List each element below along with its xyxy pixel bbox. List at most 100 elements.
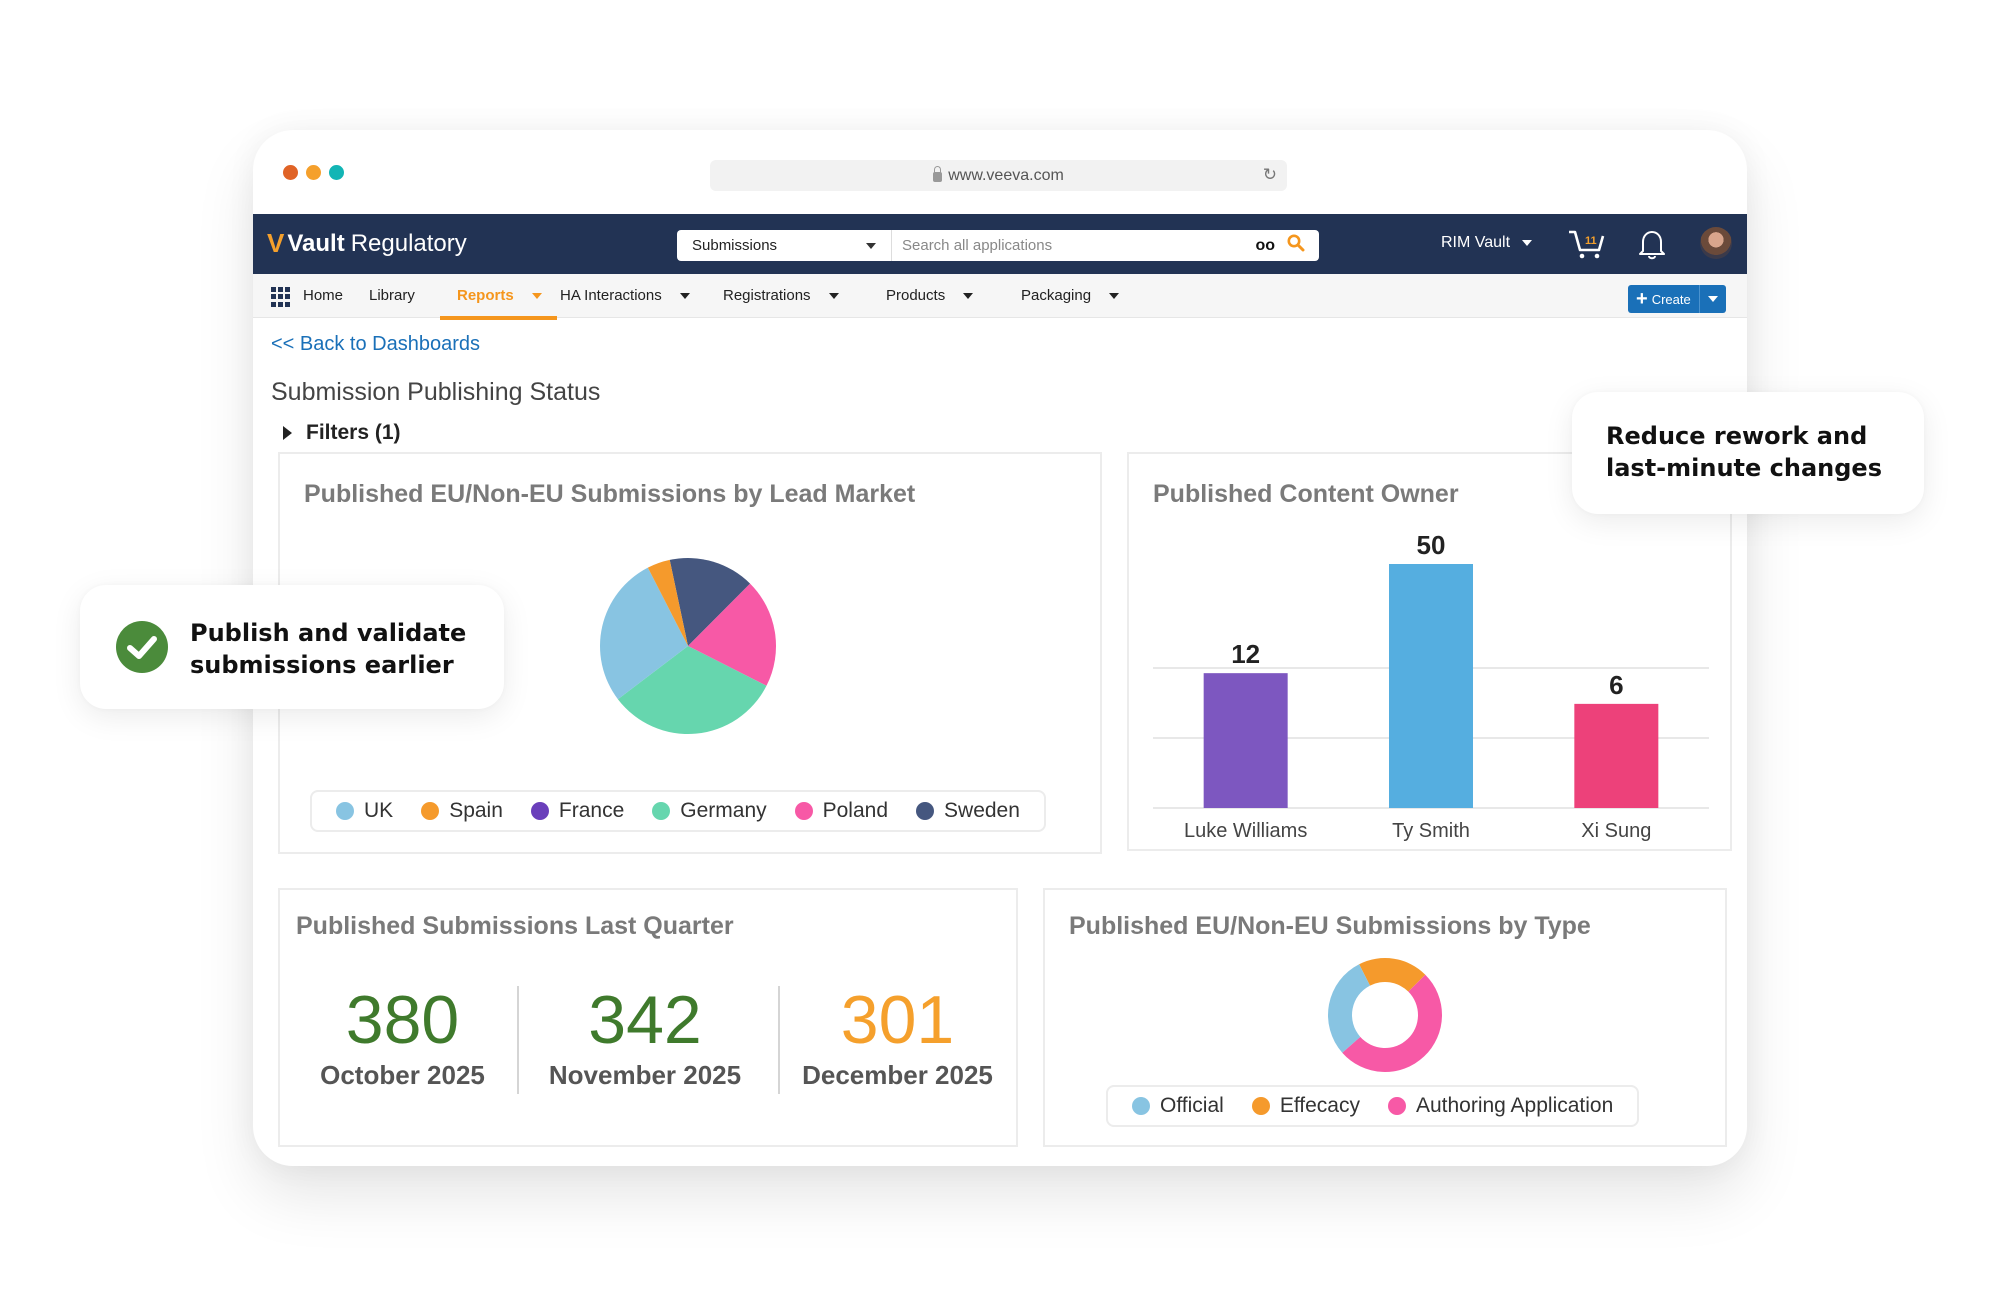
bell-icon	[1639, 231, 1665, 260]
vault-logo[interactable]: V Vault Regulatory	[267, 228, 467, 259]
bar-value-label: 6	[1609, 670, 1623, 700]
legend-item-germany[interactable]: Germany	[652, 799, 767, 823]
app-launcher-grid-icon[interactable]	[271, 287, 291, 307]
callout-text-line: last-minute changes	[1606, 454, 1882, 482]
chevron-down-icon	[1707, 296, 1718, 302]
filters-toggle[interactable]: Filters (1)	[283, 421, 401, 445]
legend-item-authoring-application[interactable]: Authoring Application	[1387, 1094, 1613, 1118]
callout-text-line: Publish and validate	[190, 619, 467, 647]
bar-luke-williams[interactable]	[1203, 673, 1288, 808]
filters-label: Filters (1)	[306, 421, 401, 444]
create-dropdown-button[interactable]	[1700, 285, 1726, 313]
user-avatar[interactable]	[1700, 227, 1732, 259]
nav-item-registrations[interactable]: Registrations	[723, 274, 839, 318]
nav-item-library[interactable]: Library	[369, 274, 415, 318]
vault-selector-label: RIM Vault	[1441, 234, 1511, 251]
binoculars-icon[interactable]: oo	[1255, 237, 1275, 255]
nav-item-reports[interactable]: Reports	[440, 274, 557, 320]
search-icon[interactable]	[1287, 234, 1305, 258]
stat-december: 301 December 2025	[785, 986, 1010, 1091]
page-title: Submission Publishing Status	[271, 378, 601, 406]
main-nav: Home Library Reports HA Interactions Reg…	[253, 274, 1747, 320]
card-title: Published EU/Non-EU Submissions by Type	[1069, 912, 1591, 940]
bar-xi-sung[interactable]	[1574, 703, 1659, 808]
nav-item-label: HA Interactions	[560, 287, 662, 304]
stat-value: 342	[588, 982, 702, 1058]
callout-text-line: Reduce rework and	[1606, 422, 1868, 450]
legend-label: UK	[364, 799, 394, 822]
by-type-donut-chart	[1328, 958, 1442, 1072]
stat-label: November 2025	[548, 1060, 742, 1090]
nav-item-ha-interactions[interactable]: HA Interactions	[560, 274, 690, 318]
by-type-legend: Official Effecacy Authoring Application	[1106, 1085, 1640, 1127]
chevron-down-icon	[679, 293, 690, 299]
legend-item-poland[interactable]: Poland	[794, 799, 889, 823]
check-circle-icon	[116, 621, 168, 673]
search-input[interactable]: Search all applications	[892, 237, 1255, 254]
chevron-down-icon	[1522, 240, 1533, 246]
x-tick-label: Ty Smith	[1392, 820, 1470, 842]
bar-value-label: 12	[1231, 639, 1260, 669]
chevron-down-icon	[1109, 293, 1120, 299]
vault-selector[interactable]: RIM Vault	[1441, 234, 1533, 252]
callout-publish-validate: Publish and validate submissions earlier	[80, 585, 504, 709]
divider	[517, 986, 519, 1094]
divider	[778, 986, 780, 1094]
by-type-card: Published EU/Non-EU Submissions by Type …	[1043, 888, 1727, 1147]
card-title: Published Content Owner	[1153, 480, 1459, 508]
back-to-dashboards-link[interactable]: << Back to Dashboards	[271, 333, 480, 356]
legend-item-sweden[interactable]: Sweden	[916, 799, 1020, 823]
app-name: Regulatory	[350, 229, 467, 257]
card-title: Published Submissions Last Quarter	[296, 912, 734, 940]
chevron-down-icon	[963, 293, 974, 299]
legend-label: Effecacy	[1279, 1094, 1360, 1117]
nav-item-packaging[interactable]: Packaging	[1021, 274, 1120, 318]
nav-item-label: Reports	[457, 287, 514, 304]
legend-item-uk[interactable]: UK	[336, 799, 393, 823]
card-title: Published EU/Non-EU Submissions by Lead …	[304, 480, 916, 508]
bar-ty-smith[interactable]	[1389, 564, 1473, 808]
plus-icon: +	[1636, 288, 1648, 310]
bar-value-label: 50	[1417, 530, 1446, 560]
cart-button[interactable]: 11	[1567, 228, 1607, 260]
legend-swatch	[916, 802, 935, 820]
legend-swatch	[336, 802, 354, 820]
legend-label: Poland	[822, 799, 889, 822]
legend-item-official[interactable]: Official	[1132, 1094, 1224, 1118]
legend-item-france[interactable]: France	[530, 799, 625, 823]
maximize-window-dot[interactable]	[329, 165, 344, 180]
cart-count: 11	[1585, 235, 1597, 247]
nav-item-home[interactable]: Home	[303, 274, 343, 318]
url-bar[interactable]: www.veeva.com ↻	[710, 160, 1287, 191]
create-button[interactable]: + Create	[1628, 285, 1700, 313]
callout-reduce-rework: Reduce rework and last-minute changes	[1572, 392, 1924, 514]
reload-icon[interactable]: ↻	[1263, 165, 1277, 185]
nav-item-label: Library	[369, 287, 415, 304]
legend-swatch	[530, 802, 549, 820]
notifications-button[interactable]	[1637, 228, 1667, 260]
content-owner-bar-chart: 12 Luke Williams 50 Ty Smith 6 Xi Sung	[1153, 530, 1709, 842]
legend-label: Spain	[449, 799, 503, 822]
app-header: V Vault Regulatory Submissions Search al…	[253, 214, 1747, 274]
legend-swatch	[652, 802, 671, 820]
minimize-window-dot[interactable]	[306, 165, 321, 180]
stat-label: December 2025	[802, 1060, 993, 1090]
last-quarter-card: Published Submissions Last Quarter 380 O…	[278, 888, 1018, 1147]
stat-november: 342 November 2025	[530, 986, 760, 1091]
expand-triangle-icon	[283, 426, 292, 440]
legend-label: France	[558, 799, 625, 822]
legend-item-effecacy[interactable]: Effecacy	[1251, 1094, 1360, 1118]
slice-official[interactable]	[1328, 964, 1371, 1053]
global-search: Submissions Search all applications oo	[677, 230, 1319, 261]
legend-item-spain[interactable]: Spain	[421, 799, 503, 823]
nav-item-products[interactable]: Products	[886, 274, 974, 318]
legend-label: Sweden	[944, 799, 1020, 822]
stat-value: 380	[345, 982, 460, 1058]
close-window-dot[interactable]	[283, 165, 298, 180]
legend-label: Germany	[680, 799, 767, 822]
legend-swatch	[794, 802, 813, 820]
legend-swatch	[1387, 1097, 1406, 1115]
search-scope-select[interactable]: Submissions	[677, 230, 892, 261]
nav-item-label: Registrations	[723, 287, 811, 304]
window-controls	[283, 165, 344, 180]
